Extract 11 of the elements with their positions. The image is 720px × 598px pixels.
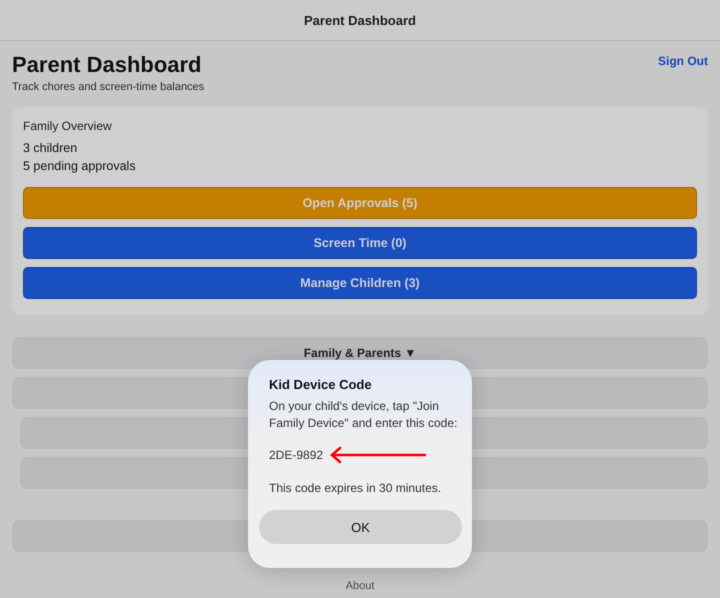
summary-line: 3 children xyxy=(23,140,78,157)
section-label: Family & Parents ▼ xyxy=(304,346,416,360)
page-subtitle: Track chores and screen-time balances xyxy=(12,81,204,93)
dialog-title: Kid Device Code xyxy=(269,377,373,392)
dialog-message: On your child's device, tap "Join Family Device" and enter this code: xyxy=(269,398,458,431)
page-title: Parent Dashboard xyxy=(12,52,202,78)
nav-title: Parent Dashboard xyxy=(304,12,416,28)
expiry-note: This code expires in 30 minutes. xyxy=(269,481,442,495)
device-code: 2DE-9892 xyxy=(269,448,324,462)
summary-line: 5 pending approvals xyxy=(23,158,137,175)
card-title: Family Overview xyxy=(23,119,113,133)
